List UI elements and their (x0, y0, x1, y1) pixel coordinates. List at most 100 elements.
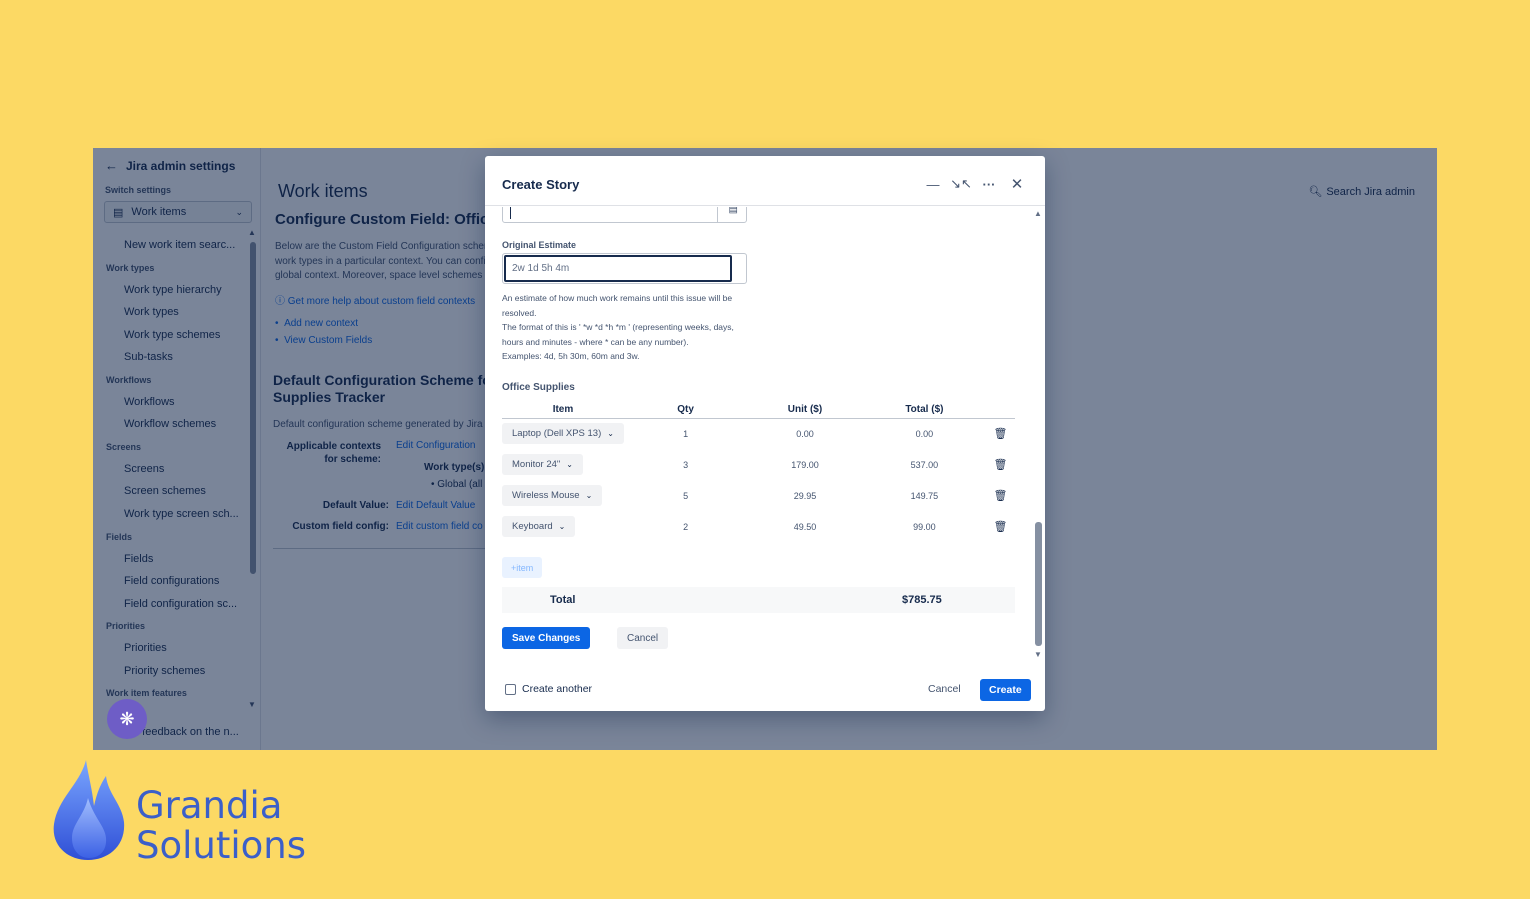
dialog-header: Create Story — ↘↖ ··· ✕ (485, 156, 1045, 206)
original-estimate-input[interactable] (504, 255, 732, 282)
edit-default-value-link[interactable]: Edit Default Value (396, 500, 475, 511)
create-another-checkbox[interactable] (505, 684, 516, 695)
add-new-context-link[interactable]: • Add new context (275, 315, 372, 332)
sidebar-item-screen-schemes[interactable]: Screen schemes (124, 485, 206, 497)
table-row: Wireless Mouse ⌄ 5 29.95 149.75 🗑︎ (502, 480, 1015, 511)
sidebar-item-field-configurations[interactable]: Field configurations (124, 575, 219, 587)
add-item-button[interactable]: +item (502, 557, 543, 578)
flame-logo-icon (53, 760, 125, 860)
total-cell: 149.75 (910, 490, 939, 501)
trash-icon[interactable]: 🗑︎ (994, 521, 1008, 533)
brand-line-2: Solutions (136, 824, 307, 867)
save-changes-button[interactable]: Save Changes (502, 627, 591, 649)
qty-cell[interactable]: 5 (624, 480, 747, 511)
add-new-context-text: Add new context (284, 318, 358, 329)
total-label: Total (550, 594, 576, 606)
ai-assistant-icon[interactable]: ❋ (107, 699, 147, 739)
chevron-down-icon: ⌄ (558, 522, 566, 531)
switch-settings-label: Switch settings (105, 185, 172, 195)
divider (273, 548, 513, 549)
unit-cell: 179.00 (791, 459, 819, 470)
dialog-scrollbar[interactable] (1035, 522, 1042, 646)
dialog-body: ▤ Original Estimate An estimate of how m… (485, 207, 1030, 662)
chevron-down-icon: ⌄ (607, 429, 614, 439)
help-link[interactable]: ⓘ Get more help about custom field conte… (275, 292, 475, 307)
give-feedback-link[interactable]: e feedback on the n... (133, 726, 239, 738)
create-button[interactable]: Create (980, 679, 1031, 701)
sidebar-nav: New work item searc... Work types Work t… (93, 234, 253, 712)
more-options-icon[interactable]: ··· (979, 174, 999, 194)
calendar-icon[interactable]: ▤ (729, 207, 738, 215)
item-select[interactable]: Keyboard ⌄ (502, 516, 576, 537)
work-types-label: Work type(s): (424, 462, 488, 473)
brand-line-1: Grandia (136, 784, 283, 827)
table-row: Monitor 24" ⌄ 3 179.00 537.00 🗑︎ (502, 449, 1015, 480)
sidebar-item-work-type-hierarchy[interactable]: Work type hierarchy (124, 284, 222, 296)
date-input[interactable]: ▤ (502, 207, 747, 223)
item-select[interactable]: Monitor 24" ⌄ (502, 454, 583, 475)
sidebar-item-priority-schemes[interactable]: Priority schemes (124, 665, 205, 677)
contexts-label: Applicable contexts for scheme: (286, 441, 381, 465)
sidebar-group-screens: Screens (106, 442, 142, 452)
help-icon: ⓘ (275, 296, 285, 307)
qty-cell[interactable]: 2 (624, 511, 747, 542)
create-another-label[interactable]: Create another (522, 683, 592, 695)
sidebar-item-workflow-schemes[interactable]: Workflow schemes (124, 418, 216, 430)
trash-icon[interactable]: 🗑︎ (994, 490, 1008, 502)
sidebar-group-fields: Fields (106, 532, 133, 542)
sidebar-item-work-type-screen-schemes[interactable]: Work type screen sch... (124, 508, 239, 520)
arrow-left-icon: ← (105, 158, 118, 173)
custom-config-label: Custom field config: (292, 521, 389, 532)
sidebar-scrollbar[interactable] (250, 242, 256, 574)
sidebar-group-work-types: Work types (106, 263, 155, 273)
total-row: Total $785.75 (502, 587, 1015, 613)
scroll-up-icon[interactable]: ▲ (1034, 209, 1042, 218)
scroll-up-icon[interactable]: ▲ (248, 228, 256, 237)
cancel-button[interactable]: Cancel (928, 683, 961, 695)
sidebar-item-priorities[interactable]: Priorities (124, 642, 167, 654)
default-value-label: Default Value: (322, 500, 389, 511)
sidebar-item-new-work-item-search[interactable]: New work item searc... (124, 239, 235, 251)
switch-settings-select[interactable]: ▤ Work items ⌄ (104, 201, 252, 223)
config-description: Below are the Custom Field Configuration… (275, 241, 493, 281)
date-divider (717, 207, 718, 222)
item-select-value: Monitor 24" (512, 459, 561, 470)
trash-icon[interactable]: 🗑︎ (994, 459, 1008, 471)
qty-cell[interactable]: 3 (624, 449, 747, 480)
col-actions (986, 402, 1015, 419)
edit-configuration-link[interactable]: Edit Configuration (396, 440, 476, 451)
item-select[interactable]: Laptop (Dell XPS 13) ⌄ (502, 423, 624, 445)
item-select-value: Wireless Mouse (512, 490, 580, 501)
search-jira-admin[interactable]: 🔍︎ Search Jira admin (1308, 185, 1415, 199)
sidebar-item-screens[interactable]: Screens (124, 463, 164, 475)
sidebar-item-work-type-schemes[interactable]: Work type schemes (124, 329, 220, 341)
sidebar-item-field-configuration-schemes[interactable]: Field configuration sc... (124, 598, 237, 610)
qty-cell[interactable]: 1 (624, 418, 747, 449)
collapse-icon[interactable]: ↘↖ (950, 174, 972, 194)
sidebar-group-workflows: Workflows (106, 375, 152, 385)
cancel-changes-button[interactable]: Cancel (617, 627, 669, 649)
sidebar-item-fields[interactable]: Fields (124, 553, 153, 565)
back-to-settings[interactable]: ← Jira admin settings (105, 158, 235, 173)
trash-icon[interactable]: 🗑︎ (994, 428, 1008, 440)
sidebar-item-workflows[interactable]: Workflows (124, 396, 175, 408)
switch-settings-value: Work items (131, 206, 187, 218)
minimize-icon[interactable]: — (923, 174, 943, 194)
sidebar-item-work-types[interactable]: Work types (124, 306, 179, 318)
chevron-down-icon: ⌄ (585, 491, 593, 500)
col-total: Total ($) (862, 402, 987, 419)
scroll-down-icon[interactable]: ▼ (248, 700, 256, 709)
unit-cell: 29.95 (793, 490, 817, 501)
sidebar-group-priorities: Priorities (106, 621, 146, 631)
sidebar-item-sub-tasks[interactable]: Sub-tasks (124, 351, 173, 363)
close-icon[interactable]: ✕ (1007, 174, 1027, 194)
table-row: Laptop (Dell XPS 13) ⌄ 1 0.00 0.00 🗑︎ (502, 418, 1015, 449)
total-cell: 0.00 (915, 428, 934, 439)
text-caret (510, 207, 511, 219)
context-links: • Add new context • View Custom Fields (275, 315, 372, 349)
edit-custom-field-config-link[interactable]: Edit custom field co (396, 521, 483, 532)
work-types-value-text: Global (all (437, 479, 483, 490)
item-select[interactable]: Wireless Mouse ⌄ (502, 485, 603, 506)
scroll-down-icon[interactable]: ▼ (1034, 650, 1042, 659)
view-custom-fields-link[interactable]: • View Custom Fields (275, 332, 372, 349)
